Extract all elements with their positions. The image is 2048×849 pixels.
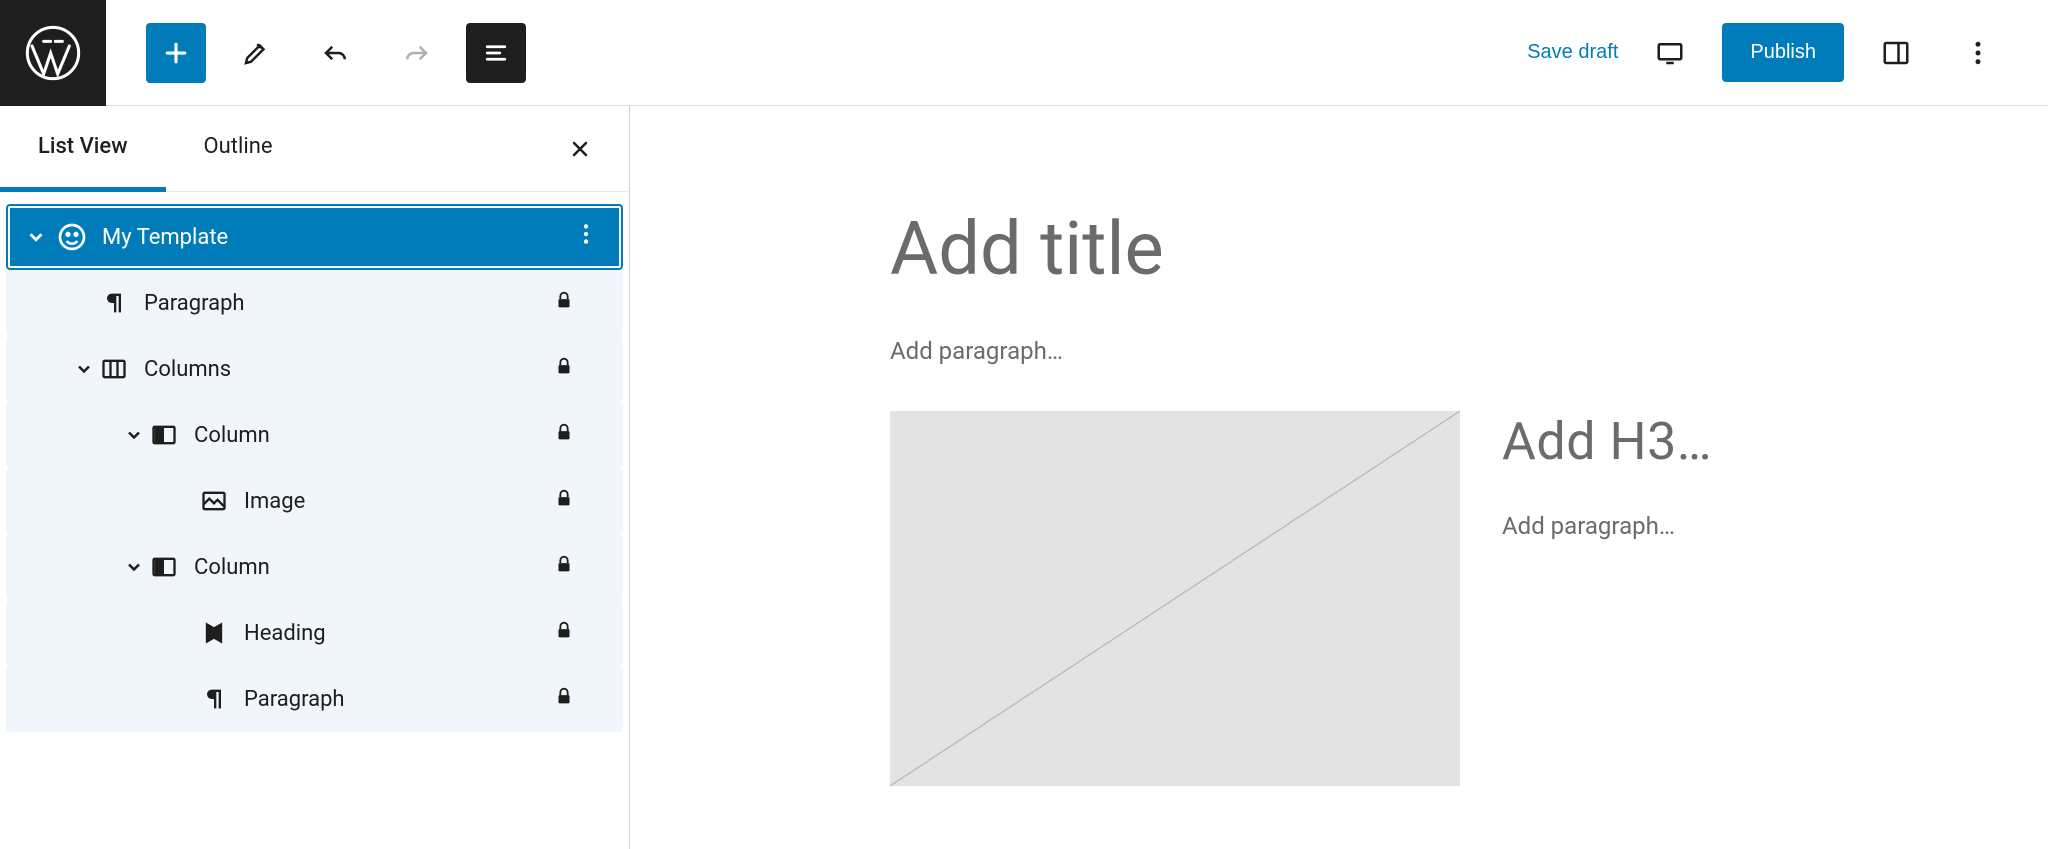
more-options-icon[interactable] (573, 221, 599, 253)
chevron-spacer (70, 289, 98, 317)
paragraph-placeholder-2[interactable]: Add paragraph… (1502, 512, 1712, 540)
tree-item-column[interactable]: Column (6, 534, 623, 600)
columns-icon (98, 353, 130, 385)
heading-icon (198, 617, 230, 649)
block-tree: My Template Paragraph Columns Column Image C… (0, 192, 629, 744)
post-title-placeholder[interactable]: Add title (890, 206, 2048, 293)
heading-placeholder[interactable]: Add H3… (1502, 411, 1712, 472)
tree-item-label: Column (194, 555, 553, 580)
tree-item-label: Paragraph (244, 687, 553, 712)
lock-icon (553, 289, 575, 317)
document-overview-panel: List View Outline My Template (0, 106, 630, 849)
edit-tool-button[interactable] (226, 23, 286, 83)
tab-outline[interactable]: Outline (166, 106, 311, 192)
save-draft-button[interactable]: Save draft (1527, 41, 1618, 64)
tree-item-column[interactable]: Column (6, 402, 623, 468)
chevron-down-icon (22, 223, 50, 251)
chevron-down-icon (120, 553, 148, 581)
tree-item-label: Columns (144, 357, 553, 382)
column-icon (148, 551, 180, 583)
top-toolbar: Save draft Publish (0, 0, 2048, 106)
tree-item-paragraph[interactable]: Paragraph (6, 270, 623, 336)
tab-list-view[interactable]: List View (0, 106, 166, 192)
template-icon (56, 221, 88, 253)
options-button[interactable] (1948, 23, 2008, 83)
tree-item-heading[interactable]: Heading (6, 600, 623, 666)
column-icon (148, 419, 180, 451)
lock-icon (553, 487, 575, 515)
wordpress-logo[interactable] (0, 0, 106, 106)
tree-item-columns[interactable]: Columns (6, 336, 623, 402)
lock-icon (553, 355, 575, 383)
tree-item-my-template[interactable]: My Template (6, 204, 623, 270)
tree-item-label: Column (194, 423, 553, 448)
tree-item-label: My Template (102, 225, 573, 250)
image-icon (198, 485, 230, 517)
add-block-button[interactable] (146, 23, 206, 83)
editor-canvas[interactable]: Add title Add paragraph… Add H3… Add par… (630, 106, 2048, 849)
tree-item-image[interactable]: Image (6, 468, 623, 534)
paragraph-icon (98, 287, 130, 319)
lock-icon (553, 685, 575, 713)
tree-item-label: Image (244, 489, 553, 514)
paragraph-placeholder[interactable]: Add paragraph… (890, 337, 2048, 365)
document-overview-button[interactable] (466, 23, 526, 83)
undo-button[interactable] (306, 23, 366, 83)
close-panel-button[interactable] (561, 130, 599, 168)
lock-icon (553, 421, 575, 449)
image-placeholder[interactable] (890, 411, 1460, 786)
lock-icon (553, 553, 575, 581)
tree-item-paragraph[interactable]: Paragraph (6, 666, 623, 732)
chevron-spacer (170, 685, 198, 713)
chevron-spacer (170, 619, 198, 647)
chevron-down-icon (70, 355, 98, 383)
paragraph-icon (198, 683, 230, 715)
preview-button[interactable] (1640, 23, 1700, 83)
settings-panel-button[interactable] (1866, 23, 1926, 83)
tree-item-label: Heading (244, 621, 553, 646)
tree-item-label: Paragraph (144, 291, 553, 316)
lock-icon (553, 619, 575, 647)
publish-button[interactable]: Publish (1722, 23, 1844, 82)
redo-button (386, 23, 446, 83)
chevron-spacer (170, 487, 198, 515)
chevron-down-icon (120, 421, 148, 449)
